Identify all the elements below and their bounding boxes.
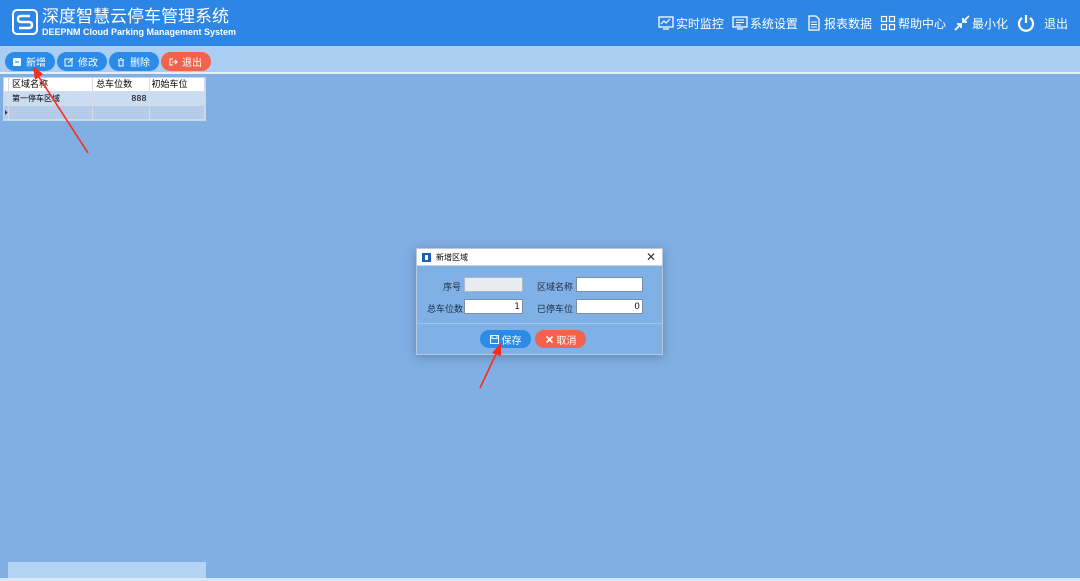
cancel-button[interactable]: 取消 (535, 330, 586, 348)
delete-button-label: 删除 (130, 58, 150, 69)
exit-button[interactable]: 退出 (161, 52, 211, 71)
close-icon[interactable]: ✕ (646, 250, 656, 264)
cancel-button-label: 取消 (556, 335, 577, 347)
nav-minimize[interactable]: 最小化 (954, 15, 1008, 32)
column-header[interactable]: 区域名称 (8, 78, 94, 92)
cell-area-name[interactable]: 第一停车区域 (8, 92, 94, 106)
seq-field (464, 277, 523, 292)
area-name-field[interactable] (576, 277, 643, 292)
add-button[interactable]: 新增 (5, 52, 55, 71)
total-spaces-label: 总车位数 (426, 305, 463, 315)
cell-initial[interactable] (149, 92, 205, 106)
table-new-row[interactable] (4, 106, 205, 120)
settings-screen-icon (732, 15, 748, 31)
edit-button[interactable]: 修改 (57, 52, 107, 71)
nav-label: 帮助中心 (897, 16, 946, 31)
grid-icon (880, 15, 896, 31)
minimize-icon (954, 15, 970, 31)
parked-spaces-field[interactable] (576, 299, 643, 314)
save-icon (489, 334, 499, 344)
nav-label: 最小化 (971, 16, 1008, 31)
save-button-label: 保存 (501, 335, 522, 347)
dialog-footer: 保存 取消 (417, 324, 662, 354)
area-name-label: 区域名称 (536, 283, 573, 293)
dialog-title: 新增区域 (436, 252, 468, 262)
nav-label: 报表数据 (823, 16, 872, 31)
cell-total[interactable] (93, 106, 150, 120)
cell-initial[interactable] (149, 106, 205, 120)
area-table: 区域名称 总车位数 初始车位 第一停车区域 888 (3, 77, 206, 121)
monitor-icon (658, 15, 674, 31)
close-icon (545, 335, 554, 344)
total-spaces-field[interactable] (464, 299, 523, 314)
app-subtitle: DEEPNM Cloud Parking Management System (42, 27, 237, 37)
edit-button-label: 修改 (78, 58, 98, 69)
add-button-label: 新增 (26, 58, 46, 69)
delete-button[interactable]: 删除 (109, 52, 159, 71)
cell-area-name[interactable] (8, 106, 94, 120)
nav-realtime-monitor[interactable]: 实时监控 (658, 15, 724, 32)
cell-total[interactable]: 888 (93, 92, 150, 106)
app-header: 深度智慧云停车管理系统 DEEPNM Cloud Parking Managem… (0, 0, 1080, 46)
toolbar: 新增 修改 删除 退出 (5, 52, 213, 71)
exit-button-label: 退出 (182, 58, 202, 69)
nav-exit[interactable]: 退出 (1016, 13, 1068, 33)
seq-label: 序号 (442, 283, 461, 293)
report-icon (806, 15, 822, 31)
logo-icon (12, 9, 38, 35)
app-title: 深度智慧云停车管理系统 (42, 7, 229, 27)
edit-icon (64, 57, 74, 67)
parked-spaces-label: 已停车位 (536, 305, 573, 315)
table-row[interactable]: 第一停车区域 888 (4, 92, 205, 106)
nav-label: 退出 (1043, 16, 1068, 31)
add-icon (12, 57, 22, 67)
add-area-dialog: 新增区域 ✕ 序号 区域名称 总车位数 已停车位 保存 取消 (416, 248, 663, 355)
top-nav: 实时监控 系统设置 报表数据 帮助中心 最小化 退出 (650, 12, 1068, 34)
nav-label: 实时监控 (675, 16, 724, 31)
nav-report-data[interactable]: 报表数据 (806, 15, 872, 32)
save-button[interactable]: 保存 (480, 330, 531, 348)
power-icon (1016, 13, 1036, 33)
table-header: 区域名称 总车位数 初始车位 (4, 78, 205, 92)
dialog-form: 序号 区域名称 总车位数 已停车位 (417, 266, 662, 324)
column-header[interactable]: 总车位数 (93, 78, 150, 92)
nav-system-settings[interactable]: 系统设置 (732, 15, 798, 32)
app-icon (422, 252, 431, 262)
nav-label: 系统设置 (749, 16, 798, 31)
trash-icon (116, 57, 126, 67)
horizontal-scrollbar[interactable] (8, 562, 206, 578)
logout-icon (168, 57, 178, 67)
nav-help-center[interactable]: 帮助中心 (880, 15, 946, 32)
column-header[interactable]: 初始车位 (149, 78, 205, 92)
toolbar-bar: 新增 修改 删除 退出 (0, 46, 1080, 74)
dialog-titlebar: 新增区域 ✕ (417, 249, 662, 266)
